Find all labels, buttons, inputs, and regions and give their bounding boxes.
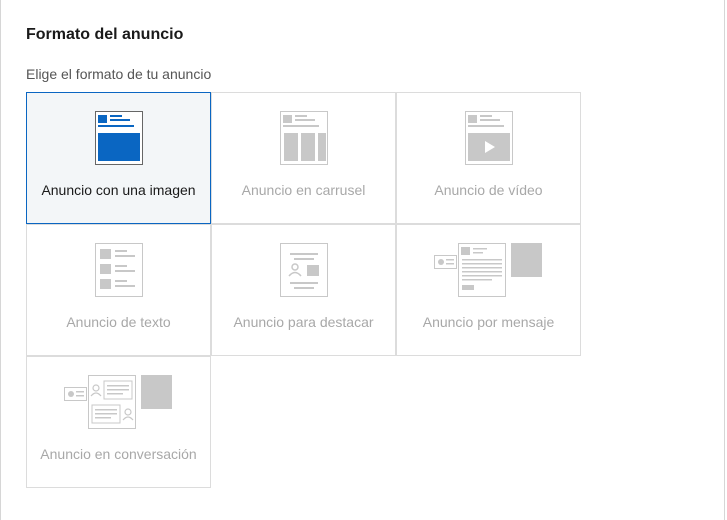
message-ad-icon (433, 243, 542, 297)
format-option-single-image[interactable]: Anuncio con una imagen (26, 92, 211, 224)
format-option-video[interactable]: Anuncio de vídeo (396, 92, 581, 224)
video-ad-icon (464, 111, 513, 165)
format-option-conversation[interactable]: Anuncio en conversación (26, 356, 211, 488)
ad-format-grid: Anuncio con una imagen Anuncio en carrus… (26, 92, 581, 488)
format-option-message[interactable]: Anuncio por mensaje (396, 224, 581, 356)
format-option-label: Anuncio en carrusel (241, 182, 366, 198)
format-option-text[interactable]: Anuncio de texto (26, 224, 211, 356)
format-option-carousel[interactable]: Anuncio en carrusel (211, 92, 396, 224)
format-option-label: Anuncio por mensaje (422, 314, 555, 330)
spotlight-ad-icon (279, 243, 328, 297)
format-option-label: Anuncio para destacar (233, 314, 374, 330)
format-option-label: Anuncio en conversación (40, 446, 197, 462)
carousel-ad-icon (279, 111, 328, 165)
text-ad-icon (94, 243, 143, 297)
format-option-label: Anuncio con una imagen (41, 182, 196, 198)
section-subtitle: Elige el formato de tu anuncio (26, 66, 212, 82)
conversation-ad-icon (63, 375, 172, 429)
section-title: Formato del anuncio (26, 26, 184, 43)
format-option-spotlight[interactable]: Anuncio para destacar (211, 224, 396, 356)
ad-format-panel: Formato del anuncio Elige el formato de … (0, 0, 725, 520)
single-image-ad-icon (94, 111, 143, 165)
format-option-label: Anuncio de vídeo (434, 182, 543, 198)
format-option-label: Anuncio de texto (66, 314, 171, 330)
